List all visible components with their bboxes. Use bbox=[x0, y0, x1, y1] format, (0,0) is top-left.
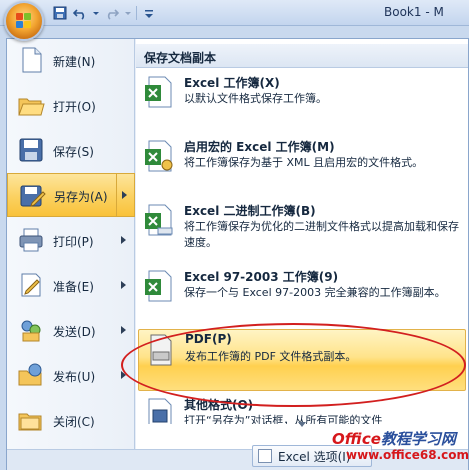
menu-item-label: 发布(U) bbox=[53, 370, 96, 384]
options-icon bbox=[258, 449, 272, 463]
excel-options-label: Excel 选项(I) bbox=[278, 449, 351, 464]
option-title: PDF(P) bbox=[185, 332, 232, 346]
submenu-header-label: 保存文档副本 bbox=[144, 51, 217, 65]
submenu-arrow-icon[interactable] bbox=[121, 236, 126, 244]
submenu-arrow-icon[interactable] bbox=[121, 281, 126, 289]
split-divider bbox=[116, 174, 117, 216]
office-logo-icon bbox=[16, 13, 32, 29]
send-icon bbox=[21, 320, 41, 342]
menu-item-label: 打印(P) bbox=[53, 235, 94, 249]
save-as-pdf[interactable]: PDF(P) 发布工作簿的 PDF 文件格式副本。 bbox=[138, 329, 466, 391]
menu-item-label: 打开(O) bbox=[53, 100, 96, 114]
menu-item-label: 新建(N) bbox=[53, 55, 96, 69]
customize-toolbar-icon[interactable] bbox=[141, 5, 157, 21]
excel-97-2003-icon bbox=[145, 270, 172, 302]
menu-item-send[interactable]: 发送(D) bbox=[7, 309, 135, 353]
menu-item-new[interactable]: 新建(N) bbox=[7, 39, 135, 83]
printer-icon bbox=[19, 228, 43, 252]
save-as-binary-workbook[interactable]: Excel 二进制工作簿(B) 将工作簿保存为优化的二进制文件格式以提高加载和保… bbox=[138, 200, 466, 262]
toolbar-divider bbox=[136, 6, 137, 20]
chevron-down-icon bbox=[298, 422, 306, 427]
save-as-icon bbox=[20, 185, 46, 207]
watermark-url: www.office68.com bbox=[346, 448, 469, 462]
menu-item-save-as[interactable]: 另存为(A) bbox=[7, 173, 135, 217]
redo-dropdown-icon[interactable] bbox=[124, 5, 132, 21]
option-description: 保存一个与 Excel 97-2003 完全兼容的工作簿副本。 bbox=[184, 286, 446, 299]
option-description: 发布工作簿的 PDF 文件格式副本。 bbox=[185, 350, 357, 363]
option-title: 其他格式(O) bbox=[184, 398, 254, 412]
menu-item-save[interactable]: 保存(S) bbox=[7, 129, 135, 173]
submenu-header: 保存文档副本 bbox=[136, 44, 468, 68]
undo-dropdown-icon[interactable] bbox=[92, 5, 100, 21]
open-folder-icon bbox=[18, 98, 45, 116]
menu-item-close[interactable]: 关闭(C) bbox=[7, 399, 135, 443]
submenu-arrow-icon[interactable] bbox=[121, 326, 126, 334]
window-title: Book1 - M bbox=[384, 5, 444, 19]
office-button[interactable] bbox=[4, 1, 44, 41]
title-bar: Book1 - M bbox=[0, 0, 469, 26]
watermark-brand: Office教程学习网 bbox=[332, 428, 456, 449]
save-as-excel-workbook[interactable]: Excel 工作簿(X) 以默认文件格式保存工作簿。 bbox=[138, 72, 466, 130]
publish-icon bbox=[18, 363, 42, 386]
redo-icon[interactable] bbox=[104, 5, 120, 21]
option-description: 将工作簿保存为优化的二进制文件格式以提高加载和保存速度。 bbox=[184, 220, 459, 249]
close-folder-icon bbox=[18, 413, 42, 431]
quick-access-toolbar bbox=[52, 4, 157, 22]
save-icon[interactable] bbox=[52, 5, 68, 21]
submenu-arrow-icon[interactable] bbox=[122, 191, 127, 199]
macro-workbook-icon bbox=[145, 140, 173, 172]
save-as-excel-97-2003-workbook[interactable]: Excel 97-2003 工作簿(9) 保存一个与 Excel 97-2003… bbox=[138, 266, 466, 322]
option-title: 启用宏的 Excel 工作簿(M) bbox=[184, 140, 335, 154]
option-title: Excel 97-2003 工作簿(9) bbox=[184, 270, 339, 284]
submenu-arrow-icon[interactable] bbox=[121, 371, 126, 379]
menu-item-open[interactable]: 打开(O) bbox=[7, 84, 135, 128]
undo-icon[interactable] bbox=[72, 5, 88, 21]
menu-item-label: 另存为(A) bbox=[54, 190, 108, 204]
menu-item-label: 准备(E) bbox=[53, 280, 94, 294]
menu-item-label: 发送(D) bbox=[53, 325, 96, 339]
menu-item-print[interactable]: 打印(P) bbox=[7, 219, 135, 263]
pdf-document-icon bbox=[150, 334, 172, 366]
menu-item-publish[interactable]: 发布(U) bbox=[7, 354, 135, 398]
new-document-icon bbox=[22, 47, 42, 73]
menu-item-prepare[interactable]: 准备(E) bbox=[7, 264, 135, 308]
menu-item-label: 保存(S) bbox=[53, 145, 94, 159]
watermark-brand-part: 教程学习网 bbox=[380, 430, 456, 448]
option-description: 将工作簿保存为基于 XML 且启用宏的文件格式。 bbox=[184, 156, 424, 169]
option-title: Excel 二进制工作簿(B) bbox=[184, 204, 316, 218]
office-menu-commands: 新建(N) 打开(O) 保存(S) 另存为(A) 打印(P) 准备(E) 发送(… bbox=[7, 39, 135, 449]
save-disk-icon bbox=[19, 138, 43, 162]
excel-workbook-icon bbox=[145, 76, 172, 108]
watermark-brand-part: Office bbox=[332, 430, 381, 448]
option-title: Excel 工作簿(X) bbox=[184, 76, 280, 90]
option-description: 以默认文件格式保存工作簿。 bbox=[184, 92, 327, 105]
binary-workbook-icon bbox=[145, 204, 173, 236]
menu-item-label: 关闭(C) bbox=[53, 415, 95, 429]
save-as-macro-enabled-workbook[interactable]: 启用宏的 Excel 工作簿(M) 将工作簿保存为基于 XML 且启用宏的文件格… bbox=[138, 136, 466, 200]
prepare-document-icon bbox=[21, 273, 41, 297]
